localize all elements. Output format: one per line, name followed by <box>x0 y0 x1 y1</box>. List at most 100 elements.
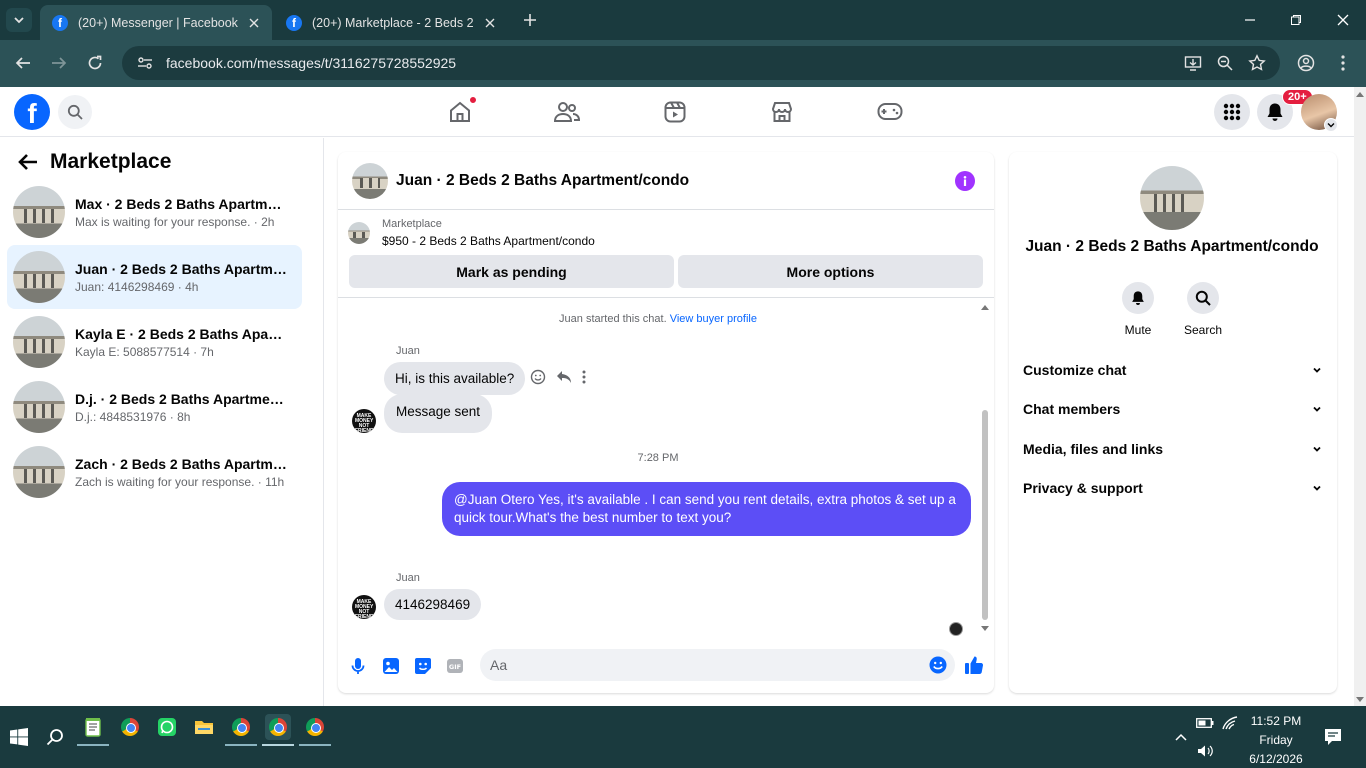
emoji-icon[interactable] <box>929 656 947 674</box>
zoom-icon[interactable] <box>1216 54 1234 72</box>
conversation-item[interactable]: D.j. · 2 Beds 2 Baths Apartment/condo D.j… <box>7 378 302 436</box>
reply-icon[interactable] <box>556 370 572 384</box>
gif-button[interactable]: GIF <box>445 656 465 676</box>
notification-center-button[interactable] <box>1320 724 1346 750</box>
volume-indicator[interactable] <box>1192 738 1218 764</box>
conversation-item[interactable]: Zach · 2 Beds 2 Baths Apartment/condo Zac… <box>7 443 302 501</box>
message-list: Juan started this chat. View buyer profi… <box>338 298 994 638</box>
sticker-button[interactable] <box>413 656 433 676</box>
outgoing-message[interactable]: @Juan Otero Yes, it's available . I can … <box>442 482 971 536</box>
taskbar-notepad[interactable] <box>77 714 109 746</box>
chevron-down-icon <box>1313 485 1321 491</box>
bookmark-star-icon[interactable] <box>1248 54 1266 72</box>
close-window-button[interactable] <box>1333 10 1353 30</box>
scroll-down-icon[interactable] <box>1356 697 1364 703</box>
incoming-message[interactable]: Hi, is this available? <box>384 362 526 395</box>
chat-avatar-large[interactable] <box>1140 166 1204 230</box>
tab-search-button[interactable] <box>6 8 32 32</box>
sender-avatar[interactable]: MAKE MONEY NOT FRIENDS <box>352 595 376 619</box>
listing-summary[interactable]: Marketplace $950 - 2 Beds 2 Baths Apartm… <box>348 218 595 248</box>
mark-pending-button[interactable]: Mark as pending <box>349 255 674 288</box>
nav-friends[interactable] <box>554 99 580 125</box>
incoming-message[interactable]: 4146298469 <box>384 589 482 620</box>
emoji-react-icon[interactable] <box>530 369 546 385</box>
taskbar-search-button[interactable] <box>42 724 68 750</box>
install-app-icon[interactable] <box>1184 54 1202 72</box>
new-tab-button[interactable] <box>520 10 540 30</box>
url-text[interactable]: facebook.com/messages/t/3116275728552925 <box>166 55 456 71</box>
back-button[interactable] <box>13 53 33 73</box>
message-input[interactable]: Aa <box>480 649 955 681</box>
start-button[interactable] <box>6 724 32 750</box>
facebook-favicon-icon: f <box>52 14 68 31</box>
chat-scrollbar[interactable] <box>980 298 990 638</box>
nav-marketplace[interactable] <box>769 99 795 125</box>
chrome-menu-button[interactable] <box>1333 53 1353 73</box>
taskbar-whatsapp[interactable] <box>154 714 180 740</box>
voice-clip-button[interactable] <box>348 656 368 676</box>
taskbar-chrome[interactable] <box>225 714 257 746</box>
page-scrollbar[interactable] <box>1354 87 1366 706</box>
incoming-message[interactable]: Message sent <box>384 394 493 433</box>
taskbar-file-explorer[interactable] <box>191 714 217 740</box>
reload-button[interactable] <box>85 53 105 73</box>
scroll-down-icon[interactable] <box>981 626 989 632</box>
restore-button[interactable] <box>1286 10 1306 30</box>
info-button[interactable] <box>955 170 975 191</box>
listing-thumbnail <box>13 316 65 368</box>
microphone-icon <box>351 658 365 674</box>
conversation-item[interactable]: Kayla E · 2 Beds 2 Baths Apartment/condo… <box>7 313 302 371</box>
tab-messenger[interactable]: f (20+) Messenger | Facebook <box>40 5 272 40</box>
conversation-snippet: Max is waiting for your response. · 2h <box>75 214 275 229</box>
scroll-up-icon[interactable] <box>1356 91 1364 97</box>
site-info-icon[interactable] <box>136 54 154 72</box>
nav-home[interactable] <box>447 96 477 125</box>
customize-chat-section[interactable]: Customize chat <box>1023 352 1323 388</box>
sender-avatar[interactable]: MAKE MONEY NOT FRIENDS <box>352 409 376 433</box>
facebook-logo[interactable]: f <box>14 94 50 130</box>
search-button[interactable] <box>58 95 92 129</box>
close-tab-icon[interactable] <box>246 15 262 31</box>
chat-title[interactable]: Juan · 2 Beds 2 Baths Apartment/condo <box>396 172 689 190</box>
message-placeholder: Aa <box>490 657 508 673</box>
nav-video[interactable] <box>662 99 688 125</box>
forward-button[interactable] <box>49 53 69 73</box>
system-clock[interactable]: 11:52 PM Friday 6/12/2026 <box>1240 712 1312 768</box>
privacy-support-section[interactable]: Privacy & support <box>1023 470 1323 506</box>
mute-button[interactable]: Mute <box>1108 282 1168 337</box>
close-tab-icon[interactable] <box>482 15 498 31</box>
conversation-item-selected[interactable]: Juan · 2 Beds 2 Baths Apartment/condo Jua… <box>7 245 302 309</box>
conversation-name: Kayla E · 2 Beds 2 Baths Apartment/condo <box>75 325 287 342</box>
chevron-down-icon[interactable] <box>1324 118 1338 132</box>
like-button[interactable] <box>964 655 984 675</box>
chat-members-section[interactable]: Chat members <box>1023 391 1323 427</box>
battery-indicator[interactable] <box>1192 710 1218 736</box>
taskbar-chrome-active[interactable] <box>262 714 294 746</box>
listing-title: $950 - 2 Beds 2 Baths Apartment/condo <box>382 234 595 248</box>
search-in-chat-button[interactable]: Search <box>1173 282 1233 337</box>
attach-photo-button[interactable] <box>381 656 401 676</box>
photo-icon <box>383 658 399 674</box>
scroll-up-icon[interactable] <box>981 304 989 310</box>
windows-taskbar: 11:52 PM Friday 6/12/2026 <box>0 706 1366 768</box>
more-options-button[interactable]: More options <box>678 255 983 288</box>
taskbar-chrome[interactable] <box>117 714 143 740</box>
taskbar-chrome[interactable] <box>299 714 331 746</box>
minimize-button[interactable] <box>1240 10 1260 30</box>
chevron-up-icon <box>1175 733 1187 741</box>
media-files-links-section[interactable]: Media, files and links <box>1023 431 1323 467</box>
nav-gaming[interactable] <box>877 99 903 125</box>
info-icon <box>963 175 967 186</box>
chevron-down-icon <box>1313 406 1321 412</box>
show-hidden-icons-button[interactable] <box>1168 724 1194 750</box>
address-bar[interactable]: facebook.com/messages/t/3116275728552925 <box>122 46 1280 80</box>
tab-marketplace[interactable]: f (20+) Marketplace - 2 Beds 2 Ba <box>274 5 508 40</box>
chat-avatar[interactable] <box>352 162 388 199</box>
view-buyer-profile-link[interactable]: View buyer profile <box>670 313 757 325</box>
more-vertical-icon[interactable] <box>582 370 586 384</box>
menu-button[interactable] <box>1214 94 1250 130</box>
conversation-item[interactable]: Max · 2 Beds 2 Baths Apartment/condo Max … <box>7 183 302 241</box>
chat-bubble-icon <box>1325 729 1341 745</box>
profile-button[interactable] <box>1296 53 1316 73</box>
back-arrow-icon[interactable] <box>16 150 40 174</box>
